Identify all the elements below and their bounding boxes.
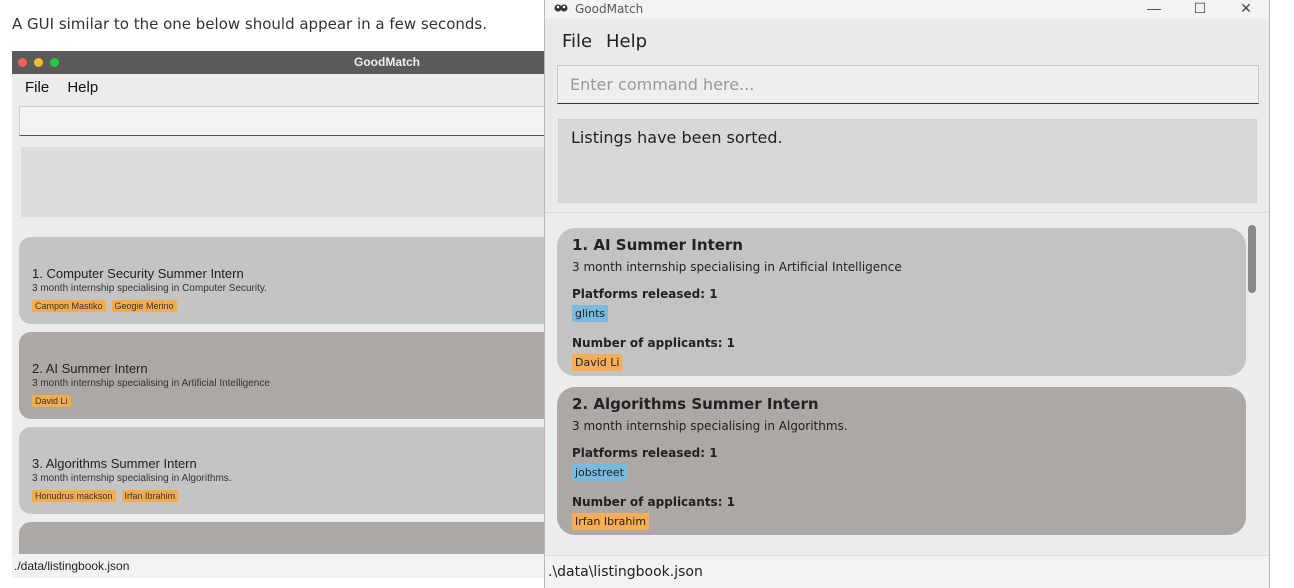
menu-help[interactable]: Help bbox=[606, 31, 647, 52]
reference-listing-panel: 1. Computer Security Summer Intern 3 mon… bbox=[12, 219, 552, 578]
applicants-label: Number of applicants: 1 bbox=[572, 336, 736, 350]
reference-menubar: File Help bbox=[25, 79, 112, 96]
close-button[interactable]: ✕ bbox=[1223, 0, 1269, 19]
reference-card-title: 3. Algorithms Summer Intern bbox=[32, 456, 197, 471]
reference-gui-image: GoodMatch File Help 1. Computer Security… bbox=[12, 51, 552, 578]
window-title: GoodMatch bbox=[575, 2, 644, 16]
reference-card-title: 2. AI Summer Intern bbox=[32, 361, 148, 376]
reference-card-desc: 3 month internship specialising in Algor… bbox=[32, 473, 232, 484]
applicants-label: Number of applicants: 1 bbox=[572, 495, 736, 509]
window-titlebar[interactable]: GoodMatch — ☐ ✕ bbox=[545, 0, 1269, 19]
reference-card-title: 1. Computer Security Summer Intern bbox=[32, 266, 244, 281]
listing-card[interactable]: 1. AI Summer Intern 3 month internship s… bbox=[557, 228, 1246, 376]
listing-card[interactable]: 2. Algorithms Summer Intern 3 month inte… bbox=[557, 387, 1246, 535]
menu-file[interactable]: File bbox=[562, 31, 592, 52]
goodmatch-window: GoodMatch — ☐ ✕ File Help Listings have … bbox=[544, 0, 1270, 588]
reference-card-desc: 3 month internship specialising in Artif… bbox=[32, 378, 270, 389]
reference-window-title: GoodMatch bbox=[354, 55, 420, 69]
applicant-tag: David Li bbox=[572, 354, 623, 371]
reference-titlebar: GoodMatch bbox=[12, 51, 552, 74]
listing-title: 2. Algorithms Summer Intern bbox=[572, 395, 819, 413]
command-box bbox=[557, 65, 1259, 104]
reference-applicant-tag: David Li bbox=[32, 395, 71, 407]
reference-result-box bbox=[21, 147, 552, 217]
reference-listing-card: 2. AI Summer Intern 3 month internship s… bbox=[19, 332, 552, 419]
platform-tag: glints bbox=[572, 305, 609, 322]
reference-menu-file: File bbox=[25, 79, 50, 96]
command-input[interactable] bbox=[558, 66, 1258, 103]
reference-applicant-tag: Geogie Merino bbox=[111, 300, 177, 312]
maximize-button[interactable]: ☐ bbox=[1177, 0, 1223, 19]
reference-menu-help: Help bbox=[67, 79, 99, 96]
platforms-label: Platforms released: 1 bbox=[572, 446, 718, 460]
listing-title: 1. AI Summer Intern bbox=[572, 236, 743, 254]
listing-list-panel[interactable]: 1. AI Summer Intern 3 month internship s… bbox=[545, 212, 1269, 554]
status-bar: .\data\listingbook.json bbox=[545, 555, 1269, 588]
platforms-label: Platforms released: 1 bbox=[572, 287, 718, 301]
menu-bar: File Help bbox=[545, 19, 1269, 61]
status-file-path: .\data\listingbook.json bbox=[548, 564, 703, 580]
result-message: Listings have been sorted. bbox=[571, 128, 783, 147]
reference-card-desc: 3 month internship specialising in Compu… bbox=[32, 283, 267, 294]
reference-applicant-tag: Honudrus mackson bbox=[32, 490, 116, 502]
reference-listing-card: 1. Computer Security Summer Intern 3 mon… bbox=[19, 237, 552, 324]
app-icon bbox=[554, 2, 568, 17]
result-display[interactable]: Listings have been sorted. bbox=[558, 119, 1257, 203]
reference-status-bar: ./data/listingbook.json bbox=[12, 554, 552, 578]
instruction-text: A GUI similar to the one below should ap… bbox=[12, 15, 487, 33]
reference-listing-card: 3. Algorithms Summer Intern 3 month inte… bbox=[19, 427, 552, 514]
screenshot-stage: A GUI similar to the one below should ap… bbox=[0, 0, 1294, 588]
reference-command-box bbox=[19, 106, 552, 136]
applicant-tag: Irfan Ibrahim bbox=[572, 513, 650, 530]
listing-description: 3 month internship specialising in Algor… bbox=[572, 419, 848, 433]
minimize-button[interactable]: — bbox=[1131, 0, 1177, 19]
reference-applicant-tag: Campon Mastiko bbox=[32, 300, 106, 312]
reference-applicant-tag: Irfan Ibrahim bbox=[121, 490, 179, 502]
scrollbar-thumb[interactable] bbox=[1248, 225, 1256, 293]
platform-tag: jobstreet bbox=[572, 464, 627, 481]
listing-description: 3 month internship specialising in Artif… bbox=[572, 260, 902, 274]
